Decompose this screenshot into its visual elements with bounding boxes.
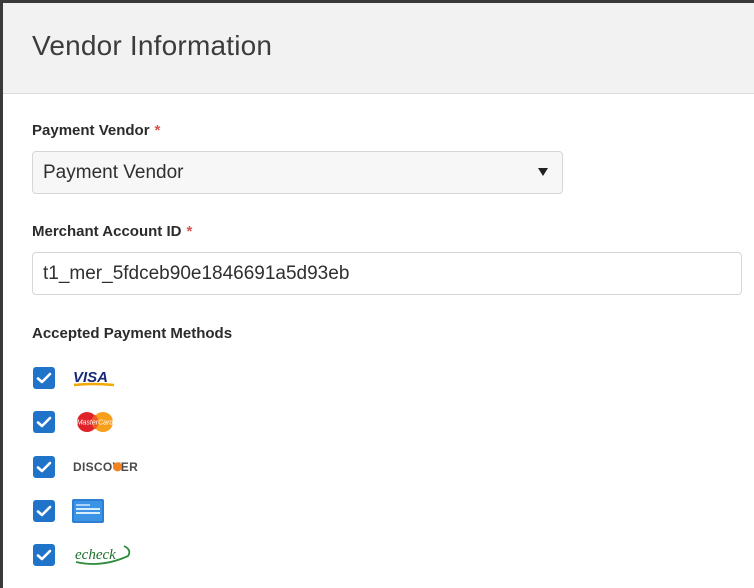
payment-method-mastercard: MasterCard: [33, 410, 120, 434]
merchant-account-label-text: Merchant Account ID: [32, 223, 182, 240]
discover-logo-text: DISCOVER: [73, 460, 138, 474]
visa-checkbox[interactable]: [33, 367, 55, 389]
merchant-account-label: Merchant Account ID *: [32, 223, 192, 240]
payment-vendor-selected-value: Payment Vendor: [43, 161, 184, 183]
check-icon: [36, 461, 52, 473]
check-icon: [36, 372, 52, 384]
panel-header: Vendor Information: [3, 3, 754, 94]
echeck-checkbox[interactable]: [33, 544, 55, 566]
discover-logo-icon: DISCOVER: [72, 457, 152, 477]
payment-method-echeck: echeck: [33, 543, 134, 567]
payment-method-visa: VISA: [33, 366, 118, 390]
vendor-information-panel: Vendor Information Payment Vendor * Payme…: [0, 0, 754, 588]
payment-method-discover: DISCOVER: [33, 455, 152, 479]
echeck-logo-icon: echeck: [72, 542, 134, 568]
amex-checkbox[interactable]: [33, 500, 55, 522]
payment-vendor-label-text: Payment Vendor: [32, 122, 150, 139]
check-icon: [36, 549, 52, 561]
visa-logo-icon: VISA: [72, 368, 118, 388]
payment-vendor-label: Payment Vendor *: [32, 122, 160, 139]
echeck-logo-text: echeck: [75, 547, 116, 563]
merchant-account-id-value: t1_mer_5fdceb90e1846691a5d93eb: [43, 262, 350, 284]
payment-vendor-select[interactable]: Payment Vendor: [32, 151, 563, 194]
discover-checkbox[interactable]: [33, 456, 55, 478]
payment-method-amex: [33, 499, 104, 523]
mastercard-checkbox[interactable]: [33, 411, 55, 433]
panel-title: Vendor Information: [32, 30, 273, 61]
mastercard-logo-text: MasterCard: [77, 420, 115, 427]
mastercard-logo-icon: MasterCard: [72, 411, 120, 433]
accepted-payment-methods-label: Accepted Payment Methods: [32, 325, 233, 342]
amex-logo-icon: [72, 499, 104, 523]
required-mark: *: [154, 122, 161, 139]
check-icon: [36, 416, 52, 428]
merchant-account-id-input[interactable]: t1_mer_5fdceb90e1846691a5d93eb: [32, 252, 742, 295]
dropdown-arrow-icon: [538, 168, 548, 176]
required-mark: *: [186, 223, 193, 240]
check-icon: [36, 505, 52, 517]
